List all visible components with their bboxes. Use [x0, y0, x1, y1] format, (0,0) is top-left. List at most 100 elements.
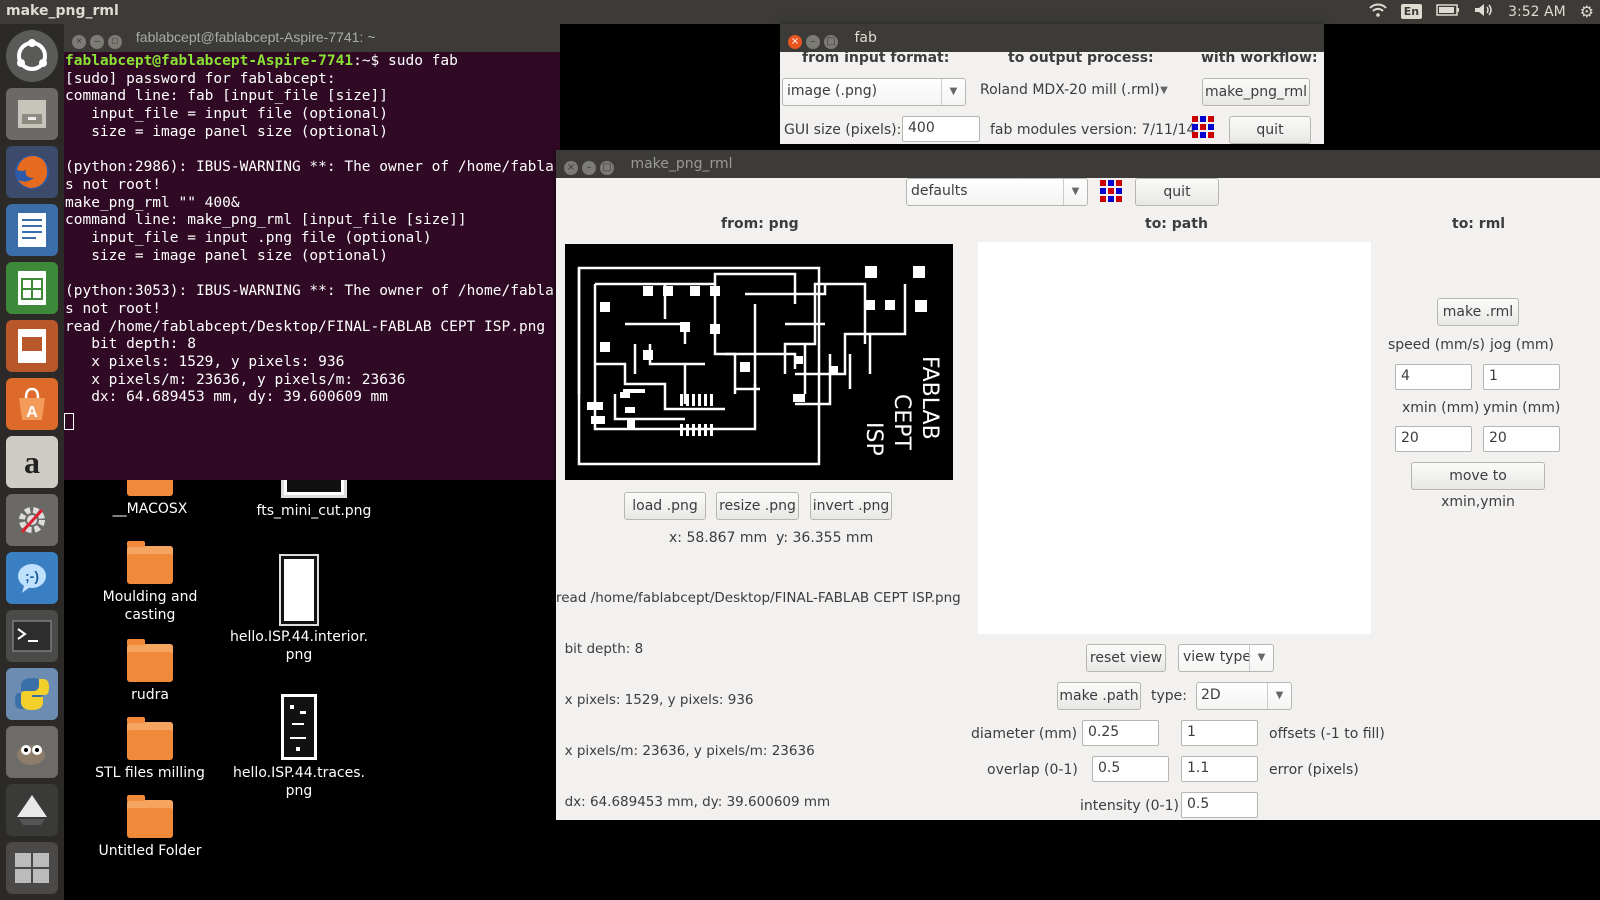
error-label: error (pixels) — [1269, 762, 1359, 778]
reset-view-button[interactable]: reset view — [1086, 644, 1166, 672]
clock[interactable]: 3:52 AM — [1508, 4, 1566, 20]
maximize-icon[interactable]: □ — [600, 161, 614, 175]
path-type-select[interactable]: 2D ▼ — [1196, 682, 1292, 710]
chevron-down-icon: ▼ — [1063, 179, 1087, 205]
image-thumbnail-icon — [281, 694, 317, 760]
terminal-line: (python:3053): IBUS-WARNING **: The owne… — [65, 283, 554, 300]
make-png-rml-titlebar[interactable]: × – □ make_png_rml — [556, 150, 1600, 178]
keyboard-layout-indicator[interactable]: En — [1400, 4, 1423, 19]
invert-png-button[interactable]: invert .png — [810, 492, 892, 520]
close-icon[interactable]: × — [564, 161, 578, 175]
terminal-title: fablabcept@fablabcept-Aspire-7741: ~ — [135, 29, 376, 45]
load-png-button[interactable]: load .png — [624, 492, 706, 520]
battery-icon[interactable] — [1436, 3, 1460, 20]
fab-window: × – □ fab from input format: to output pro… — [780, 24, 1324, 144]
terminal-line: read /home/fablabcept/Desktop/FINAL-FABL… — [65, 318, 546, 335]
input-format-select[interactable]: image (.png) ▼ — [782, 78, 966, 106]
gear-icon[interactable]: ⚙ — [1580, 2, 1594, 21]
cursor-coordinates: x: 58.867 mm y: 36.355 mm — [669, 530, 874, 546]
close-icon[interactable]: × — [72, 35, 86, 49]
view-type-select[interactable]: view type ▼ — [1178, 644, 1274, 672]
diameter-input[interactable]: 0.25 — [1082, 720, 1159, 746]
speed-input[interactable]: 4 — [1395, 364, 1472, 390]
intensity-input[interactable]: 0.5 — [1181, 792, 1258, 818]
chevron-down-icon: ▼ — [941, 79, 965, 105]
terminal-window[interactable]: × – □ fablabcept@fablabcept-Aspire-7741: ~… — [64, 24, 560, 480]
resize-png-button[interactable]: resize .png — [716, 492, 799, 520]
fab-quit-button[interactable]: quit — [1229, 116, 1311, 144]
terminal-line: make_png_rml "" 400& — [65, 194, 240, 211]
wifi-icon[interactable] — [1369, 3, 1387, 21]
libreoffice-impress-icon[interactable] — [6, 320, 58, 372]
defaults-select[interactable]: defaults ▼ — [906, 178, 1088, 206]
gui-size-input[interactable]: 400 — [902, 116, 980, 142]
desktop-folder-stl[interactable]: STL files milling — [80, 717, 220, 782]
minimize-icon[interactable]: – — [90, 35, 104, 49]
terminal-line: command line: fab [input_file [size]] — [65, 88, 389, 105]
pcb-text-fablab: FABLAB — [917, 356, 942, 440]
desktop-file-hello-isp-interior[interactable]: hello.ISP.44.interior.png — [228, 554, 370, 664]
maximize-icon[interactable]: □ — [108, 35, 122, 49]
error-input[interactable]: 1.1 — [1181, 756, 1258, 782]
path-preview-canvas[interactable] — [978, 242, 1371, 634]
firefox-icon[interactable] — [6, 146, 58, 198]
desktop-folder-untitled[interactable]: Untitled Folder — [80, 795, 220, 860]
inkscape-icon[interactable] — [6, 784, 58, 836]
amazon-icon[interactable]: a — [6, 436, 58, 488]
terminal-line: size = image panel size (optional) — [65, 247, 389, 264]
make-png-rml-title: make_png_rml — [630, 156, 733, 172]
jog-label: jog (mm) — [1490, 337, 1554, 353]
desktop-folder-macosx[interactable]: __MACOSX — [80, 469, 220, 518]
png-preview-canvas[interactable]: FABLAB CEPT ISP — [565, 244, 953, 480]
make-png-rml-window: × – □ make_png_rml defaults ▼ quit from: p… — [556, 150, 1600, 820]
desktop-folder-moulding[interactable]: Moulding and casting — [80, 541, 220, 624]
maximize-icon[interactable]: □ — [824, 35, 838, 49]
xmin-input[interactable]: 20 — [1395, 426, 1472, 452]
file-cabinet-icon[interactable] — [6, 88, 58, 140]
python-icon[interactable] — [6, 668, 58, 720]
to-rml-heading: to: rml — [1452, 216, 1506, 232]
pcb-traces-image: FABLAB CEPT ISP — [577, 266, 942, 466]
active-app-title: make_png_rml — [6, 3, 119, 19]
terminal-icon[interactable] — [6, 610, 58, 662]
jog-input[interactable]: 1 — [1483, 364, 1560, 390]
volume-icon[interactable] — [1474, 3, 1494, 21]
gimp-icon[interactable] — [6, 726, 58, 778]
move-to-xmin-ymin-button[interactable]: move to xmin,ymin — [1411, 462, 1545, 510]
system-settings-icon[interactable] — [6, 494, 58, 546]
close-icon[interactable]: × — [788, 35, 802, 49]
terminal-lines: [sudo] password for fablabcept: command … — [65, 71, 554, 406]
ymin-label: ymin (mm) — [1483, 400, 1561, 416]
minimize-icon[interactable]: – — [806, 35, 820, 49]
minimize-icon[interactable]: – — [582, 161, 596, 175]
make-path-button[interactable]: make .path — [1057, 682, 1141, 710]
workspace-switcher-icon[interactable] — [6, 842, 58, 894]
libreoffice-calc-icon[interactable] — [6, 262, 58, 314]
from-png-heading: from: png — [721, 216, 799, 232]
make-png-quit-button[interactable]: quit — [1135, 178, 1219, 206]
overlap-input[interactable]: 0.5 — [1092, 756, 1169, 782]
terminal-cursor — [64, 413, 74, 431]
ubuntu-dash-icon[interactable] — [6, 30, 58, 82]
desktop-file-fts-mini-cut[interactable]: fts_mini_cut.png — [244, 474, 384, 520]
ymin-input[interactable]: 20 — [1483, 426, 1560, 452]
software-center-icon[interactable]: A — [6, 378, 58, 430]
chevron-down-icon: ▼ — [1249, 645, 1273, 671]
fab-titlebar[interactable]: × – □ fab — [780, 24, 1324, 52]
speed-label: speed (mm/s) — [1388, 337, 1485, 353]
with-workflow-label: with workflow: — [1201, 50, 1318, 66]
terminal-line: command line: make_png_rml [input_file [… — [65, 212, 467, 229]
fab-version-label: fab modules version: 7/11/14 — [990, 122, 1196, 138]
make-rml-button[interactable]: make .rml — [1437, 298, 1519, 326]
output-process-select[interactable]: Roland MDX-20 mill (.rml) ▼ — [976, 78, 1176, 106]
empathy-chat-icon[interactable]: ;-) — [6, 552, 58, 604]
terminal-output[interactable]: fablabcept@fablabcept-Aspire-7741:~$ sud… — [64, 52, 560, 407]
xmin-label: xmin (mm) — [1402, 400, 1480, 416]
desktop-folder-rudra[interactable]: rudra — [80, 639, 220, 704]
offsets-input[interactable]: 1 — [1181, 720, 1258, 746]
desktop-file-hello-isp-traces[interactable]: hello.ISP.44.traces.png — [228, 694, 370, 800]
workflow-button[interactable]: make_png_rml — [1202, 78, 1310, 106]
launcher: A a ;-) — [0, 24, 64, 900]
libreoffice-writer-icon[interactable] — [6, 204, 58, 256]
terminal-titlebar[interactable]: × – □ fablabcept@fablabcept-Aspire-7741: ~ — [64, 24, 560, 52]
